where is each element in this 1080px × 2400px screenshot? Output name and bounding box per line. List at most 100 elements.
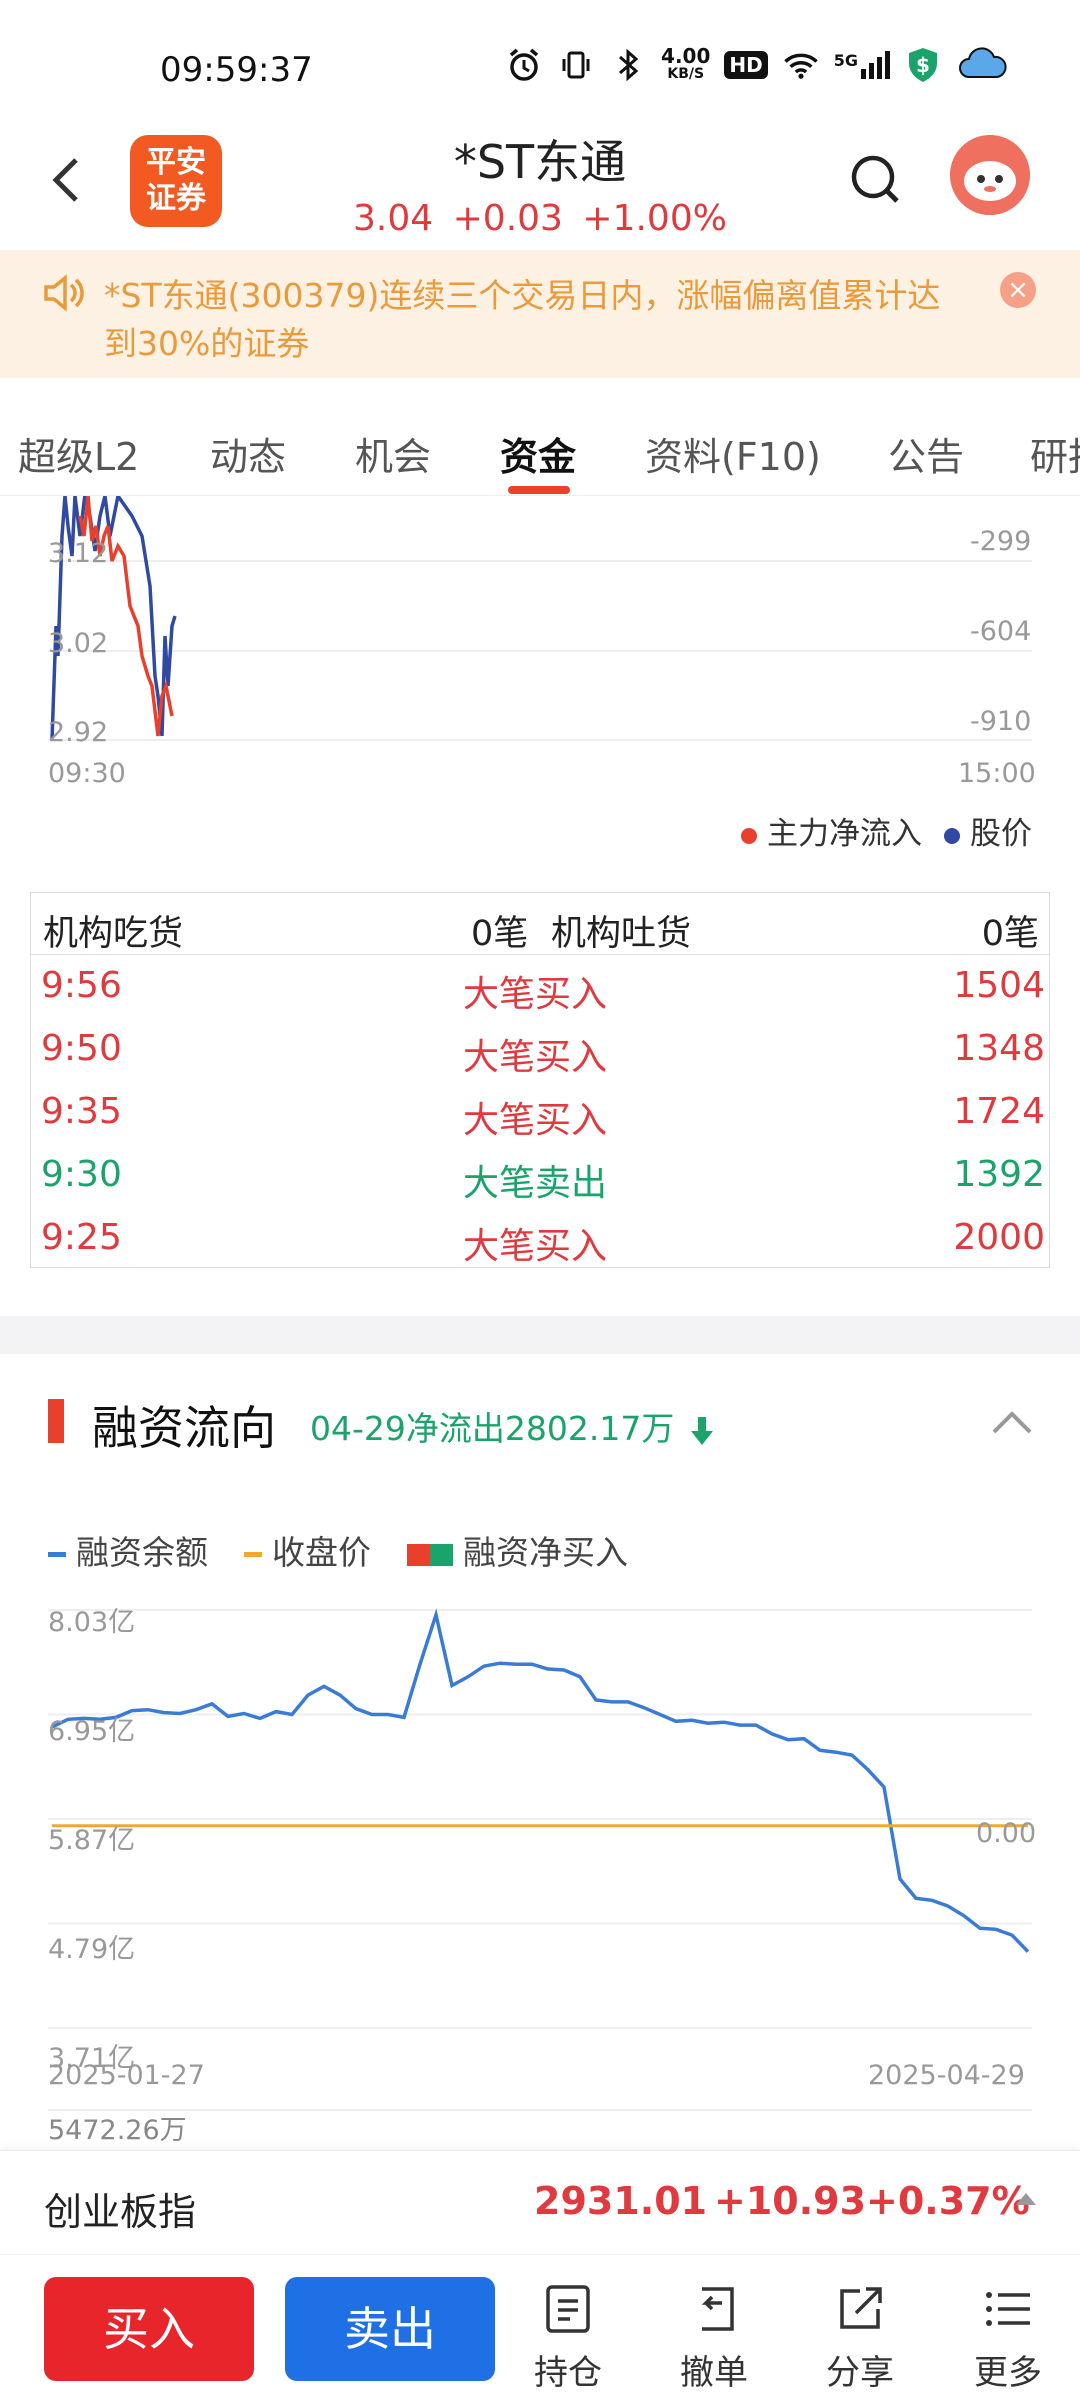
stock-name: *ST东通 (453, 135, 627, 189)
undo-icon (666, 2283, 762, 2337)
index-change: +10.93 (714, 2179, 867, 2223)
share-button[interactable]: 分享 (812, 2283, 908, 2394)
trade-type: 大笔买入 (463, 1037, 608, 1078)
index-change-pct: +0.37% (866, 2179, 1030, 2223)
margin-y-label-1: 8.03亿 (48, 1607, 136, 1638)
close-icon[interactable]: × (1000, 272, 1036, 308)
tab-funds[interactable]: 资金 (500, 426, 576, 481)
search-icon[interactable] (848, 152, 904, 212)
trade-type: 大笔买入 (463, 1100, 608, 1141)
flow-y-right-top: -299 (970, 526, 1032, 557)
tab-announcements[interactable]: 公告 (888, 426, 964, 481)
institution-trades-table: 机构吃货 0笔 机构吐货 0笔 9:56 大笔买入 1504 9:50 大笔买入 1348… (30, 892, 1050, 1268)
section-accent-bar (48, 1399, 64, 1443)
index-ticker[interactable]: 创业板指 2931.01 +10.93 +0.37% (0, 2150, 1080, 2254)
trade-type: 大笔买入 (463, 974, 608, 1015)
institution-rows: 9:56 大笔买入 1504 9:50 大笔买入 1348 9:35 大笔买入 1724 9:30… (31, 955, 1049, 1270)
flow-y-right-mid: -604 (970, 616, 1032, 647)
shield-dollar-icon: $ (904, 46, 942, 84)
legend-item-price: 股价 (944, 808, 1032, 853)
trade-time: 9:50 (41, 1028, 122, 1069)
flow-y-left-top: 3.12 (48, 538, 109, 569)
stock-change-pct: +1.00% (582, 198, 727, 239)
cloud-icon (956, 46, 1010, 84)
margin-chart-legend: 融资余额 收盘价 融资净买入 (48, 1526, 628, 1574)
flow-y-left-mid: 3.02 (48, 628, 109, 659)
stock-change: +0.03 (452, 198, 563, 239)
tab-f10[interactable]: 资料(F10) (645, 426, 821, 481)
flow-x-start: 09:30 (48, 758, 126, 789)
margin-net-flow: 04-29净流出2802.17万 (310, 1402, 713, 1450)
buy-button[interactable]: 买入 (44, 2277, 254, 2381)
inst-buy-count: 0笔 (471, 914, 529, 954)
table-row: 9:25 大笔买入 2000 (31, 1207, 1049, 1270)
trade-volume: 1348 (953, 1028, 1045, 1069)
margin-x-start: 2025-01-27 (48, 2060, 205, 2091)
vibrate-icon (557, 46, 595, 84)
alarm-icon (505, 46, 543, 84)
status-icons: 4.00 KB/S HD 5G $ (505, 46, 1010, 84)
hd-badge: HD (724, 51, 768, 79)
status-time: 09:59:37 (160, 50, 313, 90)
more-button[interactable]: 更多 (960, 2283, 1056, 2394)
risk-notice: *ST东通(300379)连续三个交易日内，涨幅偏离值累计达到30%的证券 × (0, 250, 1080, 378)
avatar[interactable] (950, 135, 1030, 215)
margin-balance-chart[interactable]: 8.03亿 6.95亿 5.87亿 4.79亿 3.71亿 0.00 2025-… (0, 1590, 1080, 2150)
price-series-line (50, 496, 177, 741)
margin-x-end: 2025-04-29 (868, 2060, 1025, 2091)
table-row: 9:35 大笔买入 1724 (31, 1081, 1049, 1144)
inst-sell-count: 0笔 (981, 914, 1039, 954)
trade-volume: 1504 (953, 965, 1045, 1006)
sell-button[interactable]: 卖出 (285, 2277, 495, 2381)
menu-icon (960, 2283, 1056, 2337)
status-bar: 09:59:37 4.00 KB/S HD 5G $ (0, 0, 1080, 120)
trade-volume: 2000 (953, 1217, 1045, 1258)
margin-net-buy-max: 5472.26万 (48, 2115, 187, 2146)
margin-right-label: 0.00 (976, 1818, 1037, 1849)
flow-chart-legend: 主力净流入 股价 (741, 808, 1032, 853)
trade-volume: 1724 (953, 1091, 1045, 1132)
margin-section-header: 融资流向 04-29净流出2802.17万 (0, 1354, 1080, 1494)
trade-time: 9:35 (41, 1091, 122, 1132)
share-icon (812, 2283, 908, 2337)
arrow-down-icon (690, 1416, 713, 1445)
trade-time: 9:30 (41, 1154, 122, 1195)
trade-time: 9:56 (41, 965, 122, 1006)
net-speed: 4.00 KB/S (661, 44, 711, 82)
bluetooth-icon (609, 46, 647, 84)
tab-news[interactable]: 动态 (210, 426, 286, 481)
cancel-order-button[interactable]: 撤单 (666, 2283, 762, 2394)
index-name: 创业板指 (44, 2190, 197, 2234)
margin-y-label-4: 4.79亿 (48, 1934, 136, 1965)
section-divider (0, 1316, 1080, 1354)
signal-indicator: 5G (834, 51, 890, 79)
capital-flow-chart[interactable]: 3.12 3.02 2.92 -299 -604 -910 09:30 15:0… (0, 496, 1080, 856)
legend-item-main-netflow: 主力净流入 (741, 808, 922, 853)
table-row: 9:30 大笔卖出 1392 (31, 1144, 1049, 1207)
trade-time: 9:25 (41, 1217, 122, 1258)
document-icon (520, 2283, 616, 2337)
expand-up-icon[interactable] (1016, 2193, 1036, 2205)
tab-opportunity[interactable]: 机会 (355, 426, 431, 481)
legend-item-net-buy: 融资净买入 (407, 1526, 628, 1574)
tab-super-l2[interactable]: 超级L2 (18, 426, 139, 481)
tab-research[interactable]: 研报 (1030, 426, 1080, 481)
tab-bar: 超级L2 动态 机会 资金 资料(F10) 公告 研报 (0, 396, 1080, 496)
chevron-up-icon[interactable] (990, 1406, 1034, 1440)
flow-x-end: 15:00 (958, 758, 1036, 789)
table-row: 9:56 大笔买入 1504 (31, 955, 1049, 1018)
wifi-icon (782, 46, 820, 84)
inst-sell-label: 机构吐货 (551, 914, 692, 954)
notice-text: *ST东通(300379)连续三个交易日内，涨幅偏离值累计达到30%的证券 (104, 276, 941, 363)
active-tab-indicator (508, 486, 570, 494)
margin-y-label-2: 6.95亿 (48, 1716, 136, 1747)
positions-button[interactable]: 持仓 (520, 2283, 616, 2394)
stock-header: 平安 证券 *ST东通 3.04 +0.03 +1.00% (0, 120, 1080, 250)
inst-buy-label: 机构吃货 (43, 914, 184, 954)
trade-type: 大笔买入 (463, 1226, 608, 1267)
svg-text:$: $ (916, 53, 930, 77)
flow-y-left-bottom: 2.92 (48, 717, 109, 748)
margin-balance-line (51, 1608, 1030, 1953)
legend-item-margin-balance: 融资余额 (48, 1526, 208, 1574)
margin-section-title: 融资流向 (92, 1401, 276, 1455)
